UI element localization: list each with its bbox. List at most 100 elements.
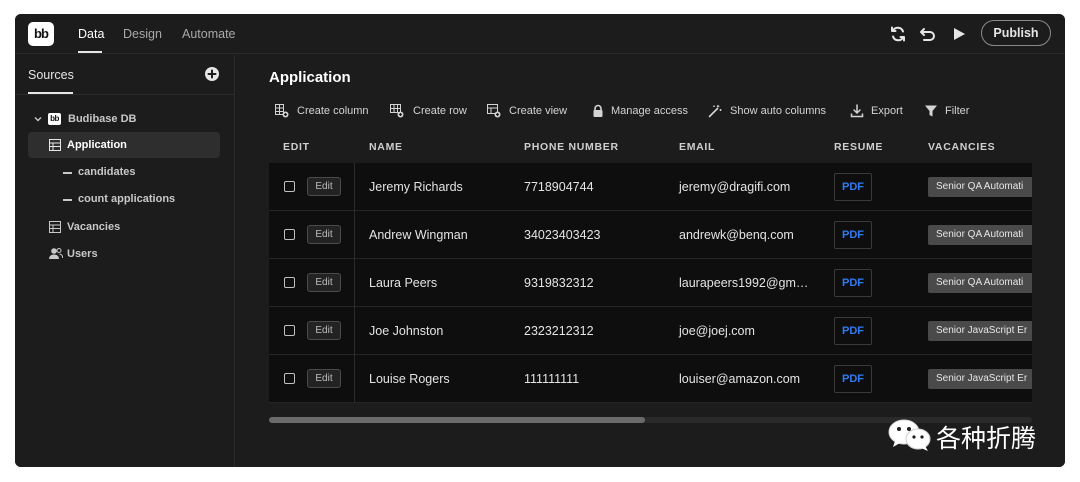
edit-row-button[interactable]: Edit [307, 321, 341, 340]
table-row[interactable]: Edit Louise Rogers 111111111 louiser@ama… [269, 355, 1032, 403]
export-button[interactable]: Export [850, 103, 910, 119]
show-auto-columns-button[interactable]: Show auto columns [708, 103, 833, 119]
table-row[interactable]: Edit Jeremy Richards 7718904744 jeremy@d… [269, 163, 1032, 211]
cell-phone: 34023403423 [524, 228, 601, 242]
refresh-icon[interactable] [889, 25, 907, 43]
cell-email: louiser@amazon.com [679, 372, 801, 386]
budibase-logo[interactable]: bb [28, 22, 54, 46]
filter-button[interactable]: Filter [924, 103, 979, 119]
cell-name: Jeremy Richards [369, 180, 463, 194]
magic-wand-icon [708, 105, 722, 118]
manage-access-button[interactable]: Manage access [591, 103, 701, 119]
add-row-icon [390, 104, 404, 118]
watermark-text: 各种折腾 [936, 424, 1037, 453]
app-window: bb Data Design Automate Publish Sources [15, 14, 1065, 467]
add-source-icon[interactable] [205, 67, 219, 81]
main-content: Application Create column Create row Cre… [236, 55, 1065, 467]
row-checkbox[interactable] [284, 277, 295, 288]
table-row[interactable]: Edit Joe Johnston 2323212312 joe@joej.co… [269, 307, 1032, 355]
users-icon [49, 248, 63, 259]
resume-pdf-link[interactable]: PDF [834, 173, 872, 201]
sidebar-item-count-applications[interactable]: count applications [15, 186, 234, 212]
vacancy-badge: Senior JavaScript Er [928, 369, 1032, 389]
sidebar-item-label: Vacancies [67, 221, 121, 233]
column-header-email[interactable]: EMAIL [679, 141, 715, 153]
sidebar-item-vacancies[interactable]: Vacancies [15, 214, 234, 240]
vacancy-badge: Senior JavaScript Er [928, 321, 1032, 341]
tab-design[interactable]: Design [123, 27, 162, 41]
view-dash-icon [63, 172, 72, 174]
cell-name: Laura Peers [369, 276, 438, 290]
datasource-label: Budibase DB [68, 113, 137, 125]
table-icon [49, 221, 61, 233]
sidebar-item-label: count applications [78, 193, 176, 205]
horizontal-scrollbar-thumb[interactable] [269, 417, 645, 423]
cell-name: Joe Johnston [369, 324, 444, 338]
chevron-down-icon[interactable] [34, 115, 42, 123]
vacancy-badge: Senior QA Automati [928, 225, 1032, 245]
table-header: EDIT NAME PHONE NUMBER EMAIL RESUME VACA… [269, 135, 1032, 163]
sidebar-item-label: Users [67, 248, 98, 260]
sidebar-divider [15, 94, 234, 95]
cell-email: joe@joej.com [679, 324, 755, 338]
tab-data[interactable]: Data [78, 27, 104, 41]
column-header-phone[interactable]: PHONE NUMBER [524, 141, 619, 153]
edit-row-button[interactable]: Edit [307, 225, 341, 244]
row-checkbox[interactable] [284, 181, 295, 192]
table-icon [49, 139, 61, 151]
vacancy-badge: Senior QA Automati [928, 177, 1032, 197]
play-icon[interactable] [950, 25, 968, 43]
data-table: EDIT NAME PHONE NUMBER EMAIL RESUME VACA… [269, 135, 1032, 403]
edit-row-button[interactable]: Edit [307, 177, 341, 196]
sidebar-item-candidates[interactable]: candidates [15, 159, 234, 185]
lock-icon [593, 104, 603, 117]
cell-phone: 2323212312 [524, 324, 594, 338]
table-row[interactable]: Edit Andrew Wingman 34023403423 andrewk@… [269, 211, 1032, 259]
add-view-icon [487, 104, 501, 118]
cell-email: andrewk@benq.com [679, 228, 794, 242]
add-column-icon [275, 104, 289, 118]
sidebar-item-users[interactable]: Users [15, 241, 234, 267]
undo-icon[interactable] [919, 25, 937, 43]
table-body: Edit Jeremy Richards 7718904744 jeremy@d… [269, 163, 1032, 403]
vacancy-badge: Senior QA Automati [928, 273, 1032, 293]
column-header-resume[interactable]: RESUME [834, 141, 883, 153]
tab-automate[interactable]: Automate [182, 27, 236, 41]
cell-phone: 9319832312 [524, 276, 594, 290]
sidebar-item-application[interactable]: Application [28, 132, 220, 158]
table-row[interactable]: Edit Laura Peers 9319832312 laurapeers19… [269, 259, 1032, 307]
resume-pdf-link[interactable]: PDF [834, 221, 872, 249]
resume-pdf-link[interactable]: PDF [834, 365, 872, 393]
resume-pdf-link[interactable]: PDF [834, 317, 872, 345]
edit-row-button[interactable]: Edit [307, 369, 341, 388]
cell-phone: 111111111 [524, 372, 580, 386]
row-checkbox[interactable] [284, 229, 295, 240]
column-header-name[interactable]: NAME [369, 141, 403, 153]
budibase-db-icon: bb [48, 113, 61, 125]
create-view-button[interactable]: Create view [487, 103, 572, 119]
edit-column-divider [354, 163, 355, 402]
top-bar: bb Data Design Automate Publish [15, 14, 1065, 54]
view-dash-icon [63, 199, 72, 201]
sidebar-item-label: Application [67, 139, 127, 151]
column-header-edit: EDIT [283, 141, 310, 153]
datasource-budibase-db[interactable]: bb Budibase DB [15, 106, 234, 132]
cell-name: Andrew Wingman [369, 228, 468, 242]
row-checkbox[interactable] [284, 373, 295, 384]
row-checkbox[interactable] [284, 325, 295, 336]
sidebar-item-label: candidates [78, 166, 136, 178]
edit-row-button[interactable]: Edit [307, 273, 341, 292]
wechat-icon [888, 419, 931, 451]
active-tab-indicator [78, 51, 102, 53]
create-row-button[interactable]: Create row [390, 103, 475, 119]
cell-email: jeremy@dragifi.com [679, 180, 791, 194]
cell-name: Louise Rogers [369, 372, 450, 386]
create-column-button[interactable]: Create column [275, 103, 375, 119]
publish-button[interactable]: Publish [981, 20, 1051, 46]
cell-phone: 7718904744 [524, 180, 594, 194]
sidebar: Sources bb Budibase DB Application candi… [15, 55, 235, 467]
column-header-vacancies[interactable]: VACANCIES [928, 141, 995, 153]
sources-tab[interactable]: Sources [28, 68, 74, 82]
resume-pdf-link[interactable]: PDF [834, 269, 872, 297]
export-icon [850, 104, 864, 118]
